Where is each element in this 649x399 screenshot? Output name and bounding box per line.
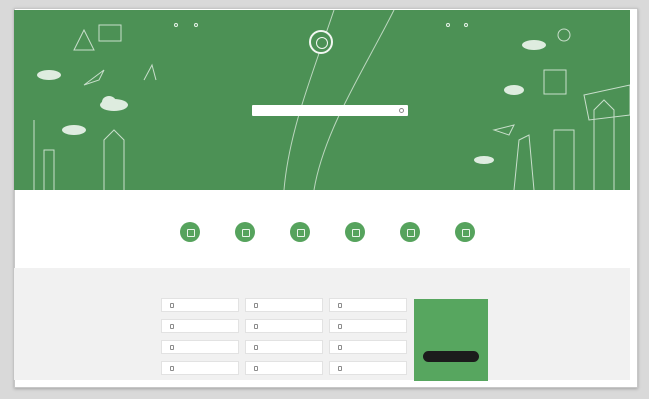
quick-link[interactable] [445, 222, 485, 248]
top-nav-item[interactable] [464, 23, 470, 27]
popular-services-grid [161, 298, 409, 375]
service-link[interactable] [245, 340, 323, 354]
service-link[interactable] [329, 298, 407, 312]
service-link[interactable] [329, 361, 407, 375]
service-icon [400, 222, 420, 242]
document-icon [254, 323, 258, 329]
service-link[interactable] [161, 361, 239, 375]
quick-links [170, 222, 485, 248]
emblem-icon[interactable] [309, 30, 333, 54]
document-icon [170, 344, 174, 350]
user-icon [446, 23, 450, 27]
quick-link[interactable] [335, 222, 375, 248]
top-nav-item[interactable] [194, 23, 200, 27]
document-icon [170, 323, 174, 329]
search-box [252, 105, 408, 123]
promo-card [414, 299, 488, 381]
service-icon [235, 222, 255, 242]
promo-button[interactable] [423, 351, 479, 362]
service-link[interactable] [161, 319, 239, 333]
service-icon [455, 222, 475, 242]
help-icon [194, 23, 198, 27]
service-icon [290, 222, 310, 242]
document-icon [254, 302, 258, 308]
service-link[interactable] [161, 298, 239, 312]
service-icon [180, 222, 200, 242]
document-icon [254, 365, 258, 371]
top-nav-left [174, 23, 200, 27]
info-icon [174, 23, 178, 27]
service-link[interactable] [245, 361, 323, 375]
quick-link[interactable] [225, 222, 265, 248]
service-link[interactable] [329, 319, 407, 333]
top-nav-item[interactable] [446, 23, 452, 27]
quick-link[interactable] [390, 222, 430, 248]
document-icon [170, 302, 174, 308]
document-icon [338, 365, 342, 371]
search-icon[interactable] [399, 108, 404, 113]
service-link[interactable] [329, 340, 407, 354]
hero-banner [14, 10, 630, 190]
service-link[interactable] [161, 340, 239, 354]
quick-link[interactable] [170, 222, 210, 248]
document-icon [170, 365, 174, 371]
search-input[interactable] [252, 111, 392, 123]
service-link[interactable] [245, 298, 323, 312]
top-nav-right [446, 23, 470, 27]
document-icon [338, 323, 342, 329]
top-nav-item[interactable] [174, 23, 180, 27]
document-icon [254, 344, 258, 350]
login-icon [464, 23, 468, 27]
service-icon [345, 222, 365, 242]
document-icon [338, 302, 342, 308]
document-icon [338, 344, 342, 350]
quick-link[interactable] [280, 222, 320, 248]
service-link[interactable] [245, 319, 323, 333]
